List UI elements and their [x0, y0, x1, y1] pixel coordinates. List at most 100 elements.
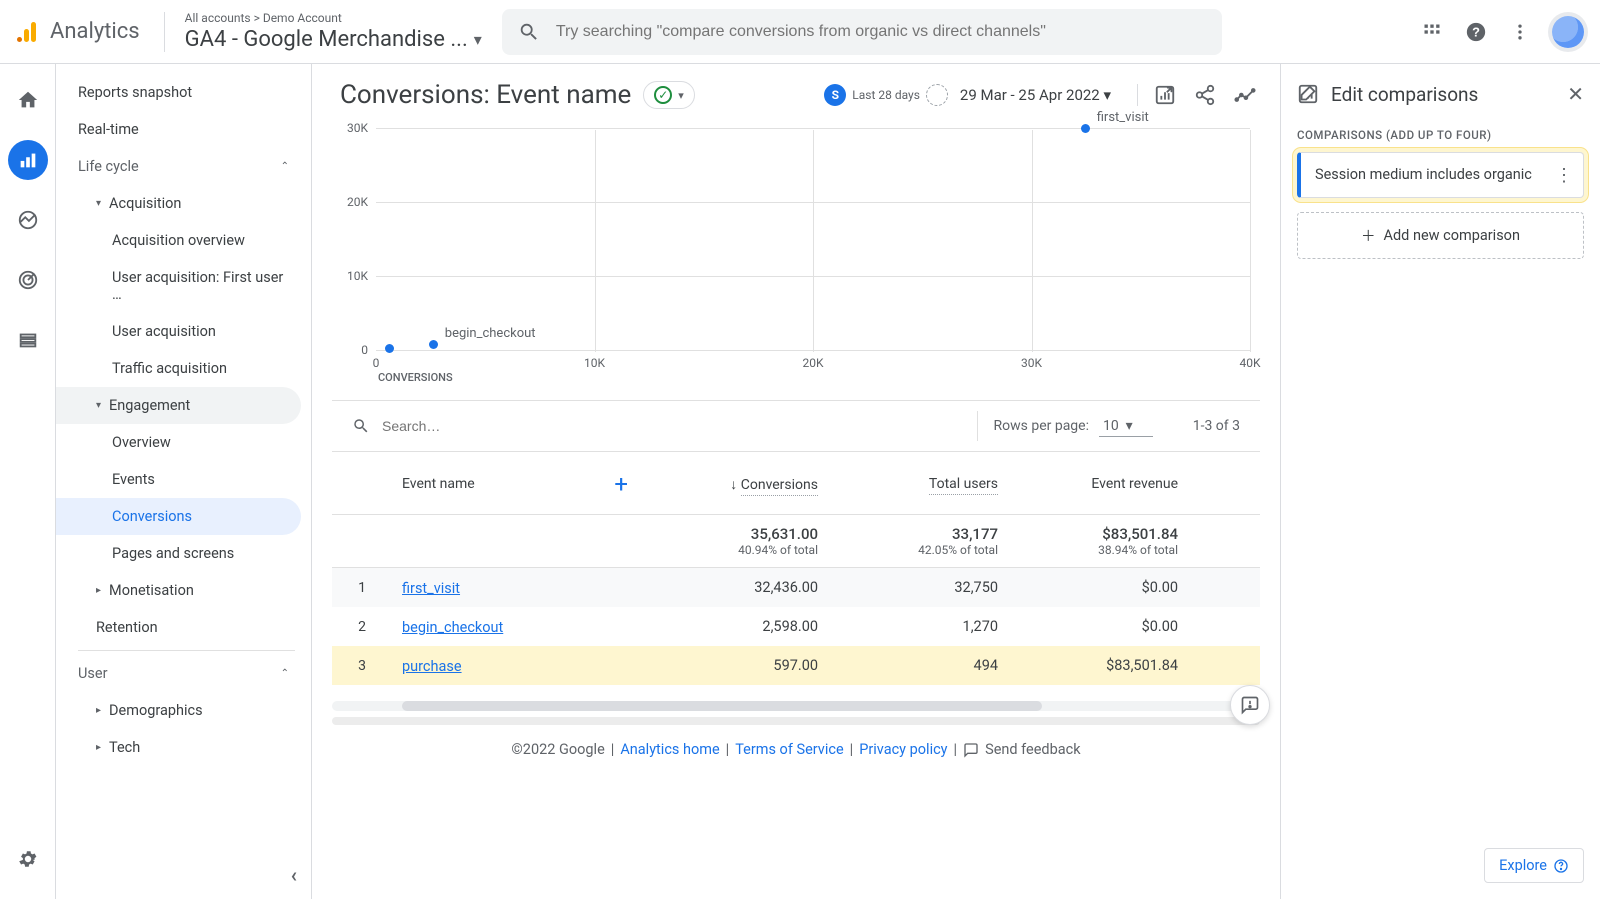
- sidebar-demographics[interactable]: ▸Demographics: [56, 692, 311, 729]
- rail-advertising[interactable]: [8, 260, 48, 300]
- search-input[interactable]: [554, 22, 1206, 42]
- add-comparison-button[interactable]: ＋Add new comparison: [1297, 212, 1584, 259]
- sidebar-collapse[interactable]: ‹: [291, 863, 297, 887]
- rail-explore[interactable]: [8, 200, 48, 240]
- plus-icon: ＋: [1361, 225, 1376, 246]
- th-event-revenue[interactable]: Event revenue: [1012, 476, 1192, 492]
- logo-text: Analytics: [50, 19, 140, 44]
- add-dimension-icon[interactable]: +: [614, 470, 638, 498]
- chart-point[interactable]: [385, 344, 394, 353]
- scroll-track: [332, 717, 1260, 725]
- sidebar-eng-overview[interactable]: Overview: [56, 424, 311, 461]
- pagination-info: 1-3 of 3: [1193, 418, 1240, 434]
- breadcrumb: All accounts > Demo Account: [185, 11, 482, 25]
- row-index: 3: [332, 658, 392, 674]
- footer-privacy[interactable]: Privacy policy: [859, 741, 947, 758]
- rows-per-page-label: Rows per page:: [994, 418, 1089, 434]
- revenue-cell: $0.00: [1012, 618, 1192, 635]
- row-index: 1: [332, 580, 392, 596]
- logo[interactable]: Analytics: [16, 12, 165, 52]
- apps-icon[interactable]: [1420, 20, 1444, 44]
- chevron-up-icon: ⌃: [281, 668, 289, 679]
- chart-edit-icon: [1297, 83, 1319, 105]
- rail-admin[interactable]: [8, 839, 48, 879]
- caret-down-icon: ▾: [96, 400, 101, 411]
- date-range[interactable]: 29 Mar - 25 Apr 2022 ▾: [960, 86, 1111, 104]
- feedback-bubble[interactable]: [1230, 685, 1270, 725]
- rows-per-page-select[interactable]: 10 ▾: [1099, 416, 1153, 437]
- comparison-text: Session medium includes organic: [1315, 165, 1543, 185]
- more-vert-icon[interactable]: [1508, 20, 1532, 44]
- explore-button[interactable]: Explore: [1484, 848, 1584, 883]
- close-icon[interactable]: ✕: [1567, 82, 1584, 106]
- sidebar-user[interactable]: User⌃: [56, 655, 311, 692]
- rail-configure[interactable]: [8, 320, 48, 360]
- more-vert-icon[interactable]: ⋮: [1555, 165, 1573, 186]
- horizontal-scrollbar[interactable]: [332, 701, 1260, 711]
- sidebar-eng-pages[interactable]: Pages and screens: [56, 535, 311, 572]
- caret-right-icon: ▸: [96, 742, 101, 753]
- table-row[interactable]: 3 purchase 597.00 494 $83,501.84: [332, 646, 1260, 685]
- footer-analytics-home[interactable]: Analytics home: [620, 741, 719, 758]
- caret-right-icon: ▸: [96, 585, 101, 596]
- chart-point-label: first_visit: [1097, 110, 1149, 125]
- sidebar-eng-events[interactable]: Events: [56, 461, 311, 498]
- search-icon: [352, 417, 370, 435]
- chart-point[interactable]: [429, 340, 438, 349]
- header-actions: ?: [1400, 16, 1584, 48]
- property-selector[interactable]: All accounts > Demo Account GA4 - Google…: [185, 11, 482, 52]
- panel-section-label: COMPARISONS (ADD UP TO FOUR): [1297, 128, 1584, 142]
- rail-home[interactable]: [8, 80, 48, 120]
- sidebar-engagement[interactable]: ▾Engagement: [56, 387, 301, 424]
- event-name-cell[interactable]: begin_checkout: [392, 617, 652, 636]
- search-bar[interactable]: [502, 9, 1222, 55]
- comparison-card[interactable]: Session medium includes organic ⋮: [1297, 152, 1584, 198]
- edit-comparisons-panel: Edit comparisons ✕ COMPARISONS (ADD UP T…: [1280, 64, 1600, 899]
- sidebar-acq-user-first[interactable]: User acquisition: First user …: [56, 259, 311, 313]
- table-row[interactable]: 1 first_visit 32,436.00 32,750 $0.00: [332, 568, 1260, 607]
- sidebar-tech[interactable]: ▸Tech: [56, 729, 311, 766]
- sidebar-lifecycle[interactable]: Life cycle⌃: [56, 148, 311, 185]
- th-total-users[interactable]: Total users: [832, 476, 1012, 492]
- rail-reports[interactable]: [8, 140, 48, 180]
- caret-down-icon: ▾: [678, 89, 684, 102]
- range-label: Last 28 days: [852, 88, 920, 102]
- check-circle-icon: ✓: [654, 86, 672, 104]
- customize-icon[interactable]: [1154, 84, 1176, 106]
- divider: [78, 650, 295, 651]
- segment-add-icon[interactable]: [926, 84, 948, 106]
- sidebar-eng-conversions[interactable]: Conversions: [56, 498, 301, 535]
- footer-feedback[interactable]: Send feedback: [963, 741, 1080, 758]
- segment-1-icon[interactable]: S: [824, 84, 846, 106]
- table-controls: Rows per page: 10 ▾ 1-3 of 3: [332, 400, 1260, 452]
- search-icon: [518, 21, 540, 43]
- sidebar-reports-snapshot[interactable]: Reports snapshot: [56, 74, 311, 111]
- status-dropdown[interactable]: ✓ ▾: [643, 81, 695, 109]
- event-name-cell[interactable]: purchase: [392, 656, 652, 675]
- share-icon[interactable]: [1194, 84, 1216, 106]
- th-conversions[interactable]: ↓ Conversions: [652, 476, 832, 493]
- sidebar-acquisition[interactable]: ▾Acquisition: [56, 185, 311, 222]
- sidebar-acq-user[interactable]: User acquisition: [56, 313, 311, 350]
- property-name: GA4 - Google Merchandise ...: [185, 27, 468, 52]
- footer-tos[interactable]: Terms of Service: [735, 741, 843, 758]
- conversions-cell: 32,436.00: [652, 579, 832, 596]
- avatar[interactable]: [1552, 16, 1584, 48]
- table-header: Event name+ ↓ Conversions Total users Ev…: [332, 452, 1260, 515]
- table-search-input[interactable]: [380, 417, 565, 435]
- table-totals: 35,631.0040.94% of total 33,17742.05% of…: [332, 515, 1260, 568]
- sidebar-realtime[interactable]: Real-time: [56, 111, 311, 148]
- users-cell: 32,750: [832, 579, 1012, 596]
- th-event-name[interactable]: Event name+: [392, 470, 652, 498]
- help-icon[interactable]: ?: [1464, 20, 1488, 44]
- svg-text:?: ?: [1472, 24, 1480, 39]
- insights-icon[interactable]: [1234, 84, 1256, 106]
- event-name-cell[interactable]: first_visit: [392, 578, 652, 597]
- table-row[interactable]: 2 begin_checkout 2,598.00 1,270 $0.00: [332, 607, 1260, 646]
- chart-point[interactable]: [1081, 124, 1090, 133]
- sidebar-acq-overview[interactable]: Acquisition overview: [56, 222, 311, 259]
- sidebar-retention[interactable]: Retention: [56, 609, 311, 646]
- sidebar-acq-traffic[interactable]: Traffic acquisition: [56, 350, 311, 387]
- sidebar-monetisation[interactable]: ▸Monetisation: [56, 572, 311, 609]
- conversions-cell: 597.00: [652, 657, 832, 674]
